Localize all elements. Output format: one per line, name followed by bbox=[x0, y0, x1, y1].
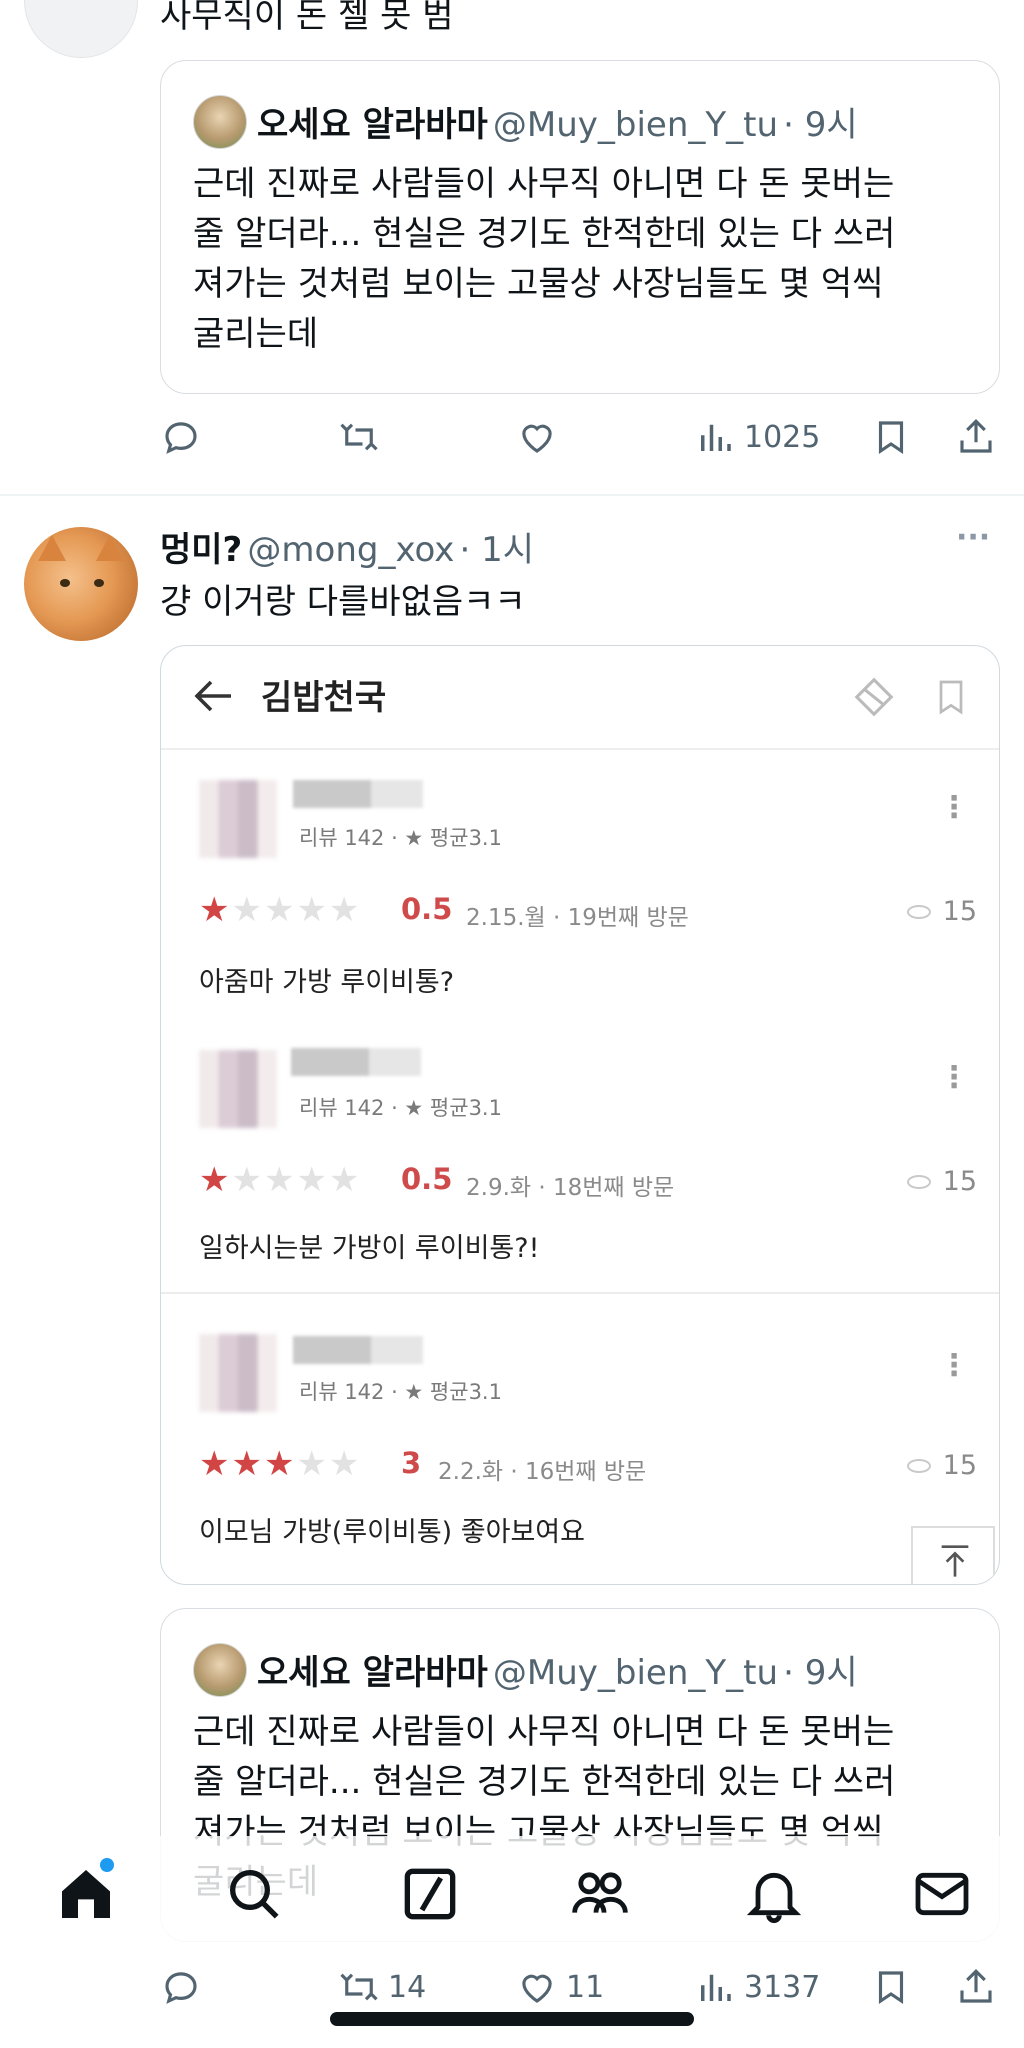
reviewer-name-blurred bbox=[291, 1048, 421, 1076]
tweet2-avatar[interactable] bbox=[24, 527, 138, 641]
review-score: 3 bbox=[401, 1446, 422, 1480]
reviewer-avatar-blurred bbox=[199, 1050, 277, 1128]
messages-icon[interactable] bbox=[910, 1862, 974, 1926]
reply-icon bbox=[165, 422, 197, 454]
retweet-icon bbox=[340, 423, 378, 451]
review-item: 리뷰 142 · ★ 평균3.1 ⋮ ★★★★★ 3 2.2.화 · 16번째 … bbox=[161, 1294, 999, 1584]
more-options-button[interactable]: ··· bbox=[956, 520, 990, 555]
review-meta: 리뷰 142 · ★ 평균3.1 bbox=[299, 1380, 502, 1404]
tweet1-text: 사무직이 돈 젤 못 범 bbox=[160, 0, 454, 36]
quoted-tweet-card[interactable]: 오세요 알라바마 @Muy_bien_Y_tu · 9시 근데 진짜로 사람들이… bbox=[160, 60, 1000, 394]
star-rating: ★★★★★ bbox=[199, 1160, 362, 1200]
quoted-user-avatar bbox=[193, 95, 247, 149]
like-count: 11 bbox=[566, 1969, 605, 2005]
embed-title: 김밥천국 bbox=[261, 678, 387, 718]
like-icon bbox=[522, 1974, 552, 2003]
review-text: 이모님 가방(루이비통) 좋아보여요 bbox=[199, 1517, 585, 1548]
reply-button[interactable] bbox=[160, 416, 202, 458]
quoted-user-handle: @Muy_bien_Y_tu bbox=[492, 105, 779, 145]
bottom-navigation-bar bbox=[0, 1836, 1024, 1956]
review-item: 리뷰 142 · ★ 평균3.1 ⋮ ★★★★★ 0.5 2.15.월 · 19… bbox=[161, 750, 999, 1020]
quoted-user-name: 오세요 알라바마 bbox=[257, 105, 488, 145]
bookmark-icon bbox=[878, 1971, 904, 2004]
review-views: 15 bbox=[906, 896, 977, 927]
like-button[interactable] bbox=[516, 416, 558, 458]
diamond-icon bbox=[854, 677, 894, 717]
communities-icon[interactable] bbox=[568, 1862, 632, 1926]
review-score: 0.5 bbox=[401, 892, 453, 926]
scroll-to-top-button bbox=[911, 1526, 995, 1584]
review-more-icon: ⋮ bbox=[939, 1348, 969, 1383]
retweet-button[interactable] bbox=[338, 416, 380, 458]
quoted-user-name: 오세요 알라바마 bbox=[257, 1653, 488, 1693]
quoted-user-handle: @Muy_bien_Y_tu bbox=[492, 1653, 779, 1693]
review-score: 0.5 bbox=[401, 1162, 453, 1196]
eye-icon bbox=[906, 904, 931, 919]
views-button[interactable]: 1025 bbox=[694, 416, 820, 458]
review-views: 15 bbox=[906, 1166, 977, 1197]
tweet2-user-handle[interactable]: @mong_xox bbox=[247, 530, 454, 570]
review-more-icon: ⋮ bbox=[939, 1060, 969, 1095]
bookmark-button[interactable] bbox=[870, 1966, 912, 2008]
review-text: 일하시는분 가방이 루이비통?! bbox=[199, 1233, 540, 1264]
retweet-button[interactable]: 14 bbox=[338, 1966, 426, 2008]
notifications-icon[interactable] bbox=[742, 1862, 806, 1926]
quoted-user-avatar bbox=[193, 1643, 247, 1697]
embed-app-header: 김밥천국 bbox=[161, 646, 999, 750]
arrow-up-icon bbox=[941, 1545, 969, 1577]
tweet1-avatar[interactable] bbox=[24, 0, 138, 58]
bookmark-outline-icon bbox=[939, 680, 963, 715]
views-count: 3137 bbox=[744, 1969, 821, 2005]
star-rating: ★★★★★ bbox=[199, 1444, 362, 1484]
share-icon bbox=[960, 1969, 992, 2003]
share-button[interactable] bbox=[955, 416, 997, 458]
embedded-image[interactable]: 김밥천국 리뷰 142 · ★ 평균3.1 ⋮ ★★★★★ 0.5 2.15.월… bbox=[160, 645, 1000, 1585]
review-more-icon: ⋮ bbox=[939, 790, 969, 825]
reply-button[interactable] bbox=[160, 1966, 202, 2008]
quoted-text: 근데 진짜로 사람들이 사무직 아니면 다 돈 못버는 줄 알더라... 현실은… bbox=[193, 164, 896, 354]
bookmark-icon bbox=[878, 421, 904, 454]
review-meta: 리뷰 142 · ★ 평균3.1 bbox=[299, 826, 502, 850]
tweet2-user-name[interactable]: 멍미? bbox=[160, 530, 242, 570]
eye-icon bbox=[906, 1174, 931, 1189]
review-text: 아줌마 가방 루이비통? bbox=[199, 967, 455, 998]
reviewer-name-blurred bbox=[293, 780, 423, 808]
retweet-count: 14 bbox=[388, 1969, 427, 2005]
tweet2-text: 걍 이거랑 다를바없음ㅋㅋ bbox=[160, 582, 526, 622]
home-indicator bbox=[330, 2012, 694, 2026]
quoted-time: · 9시 bbox=[783, 1653, 858, 1693]
reviewer-avatar-blurred bbox=[199, 780, 277, 858]
reviewer-name-blurred bbox=[293, 1336, 423, 1364]
share-button[interactable] bbox=[955, 1966, 997, 2008]
review-date: 2.15.월 · 19번째 방문 bbox=[466, 905, 689, 931]
search-icon[interactable] bbox=[222, 1862, 286, 1926]
like-icon bbox=[522, 424, 552, 453]
reply-icon bbox=[165, 1972, 197, 2004]
eye-icon bbox=[906, 1458, 931, 1473]
like-button[interactable]: 11 bbox=[516, 1966, 604, 2008]
views-button[interactable]: 3137 bbox=[694, 1966, 820, 2008]
retweet-icon bbox=[340, 1973, 378, 2001]
review-views: 15 bbox=[906, 1450, 977, 1481]
review-date: 2.9.화 · 18번째 방문 bbox=[466, 1175, 675, 1201]
tweet2-header: 멍미? @mong_xox · 1시 bbox=[160, 522, 534, 571]
views-icon bbox=[701, 1974, 731, 2001]
review-date: 2.2.화 · 16번째 방문 bbox=[438, 1459, 647, 1485]
review-meta: 리뷰 142 · ★ 평균3.1 bbox=[299, 1096, 502, 1120]
tweet2-time: · 1시 bbox=[459, 530, 535, 570]
tweet-divider bbox=[0, 494, 1024, 496]
review-item: 리뷰 142 · ★ 평균3.1 ⋮ ★★★★★ 0.5 2.9.화 · 18번… bbox=[161, 1020, 999, 1290]
views-icon bbox=[701, 424, 731, 451]
bookmark-button[interactable] bbox=[870, 416, 912, 458]
quoted-time: · 9시 bbox=[783, 105, 858, 145]
grok-icon[interactable] bbox=[398, 1862, 462, 1926]
reviewer-avatar-blurred bbox=[199, 1334, 277, 1412]
share-icon bbox=[960, 419, 992, 453]
home-notification-dot bbox=[100, 1858, 114, 1872]
star-rating: ★★★★★ bbox=[199, 890, 362, 930]
back-arrow-icon bbox=[194, 680, 231, 712]
views-count: 1025 bbox=[744, 419, 821, 455]
